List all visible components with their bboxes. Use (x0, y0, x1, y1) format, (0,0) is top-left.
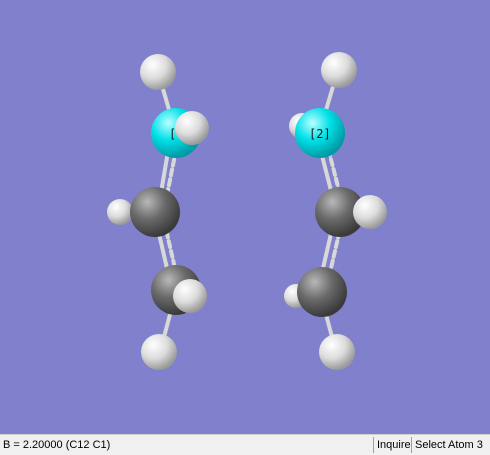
molecule-canvas[interactable]: [ [2] (0, 0, 490, 434)
hydrogen-atom[interactable] (321, 52, 357, 88)
hydrogen-atom[interactable] (173, 279, 207, 313)
molecule-viewport[interactable]: [ [2] (0, 0, 490, 434)
status-divider (373, 437, 374, 453)
right-molecule[interactable]: [2] (284, 52, 387, 370)
carbon-atom[interactable] (130, 187, 180, 237)
hydrogen-atom[interactable] (140, 54, 176, 90)
select-atom-prompt: Select Atom 3 (415, 439, 483, 451)
hydrogen-atom[interactable] (353, 195, 387, 229)
left-molecule[interactable]: [ (107, 54, 209, 370)
atom-label-1: [ (169, 127, 176, 141)
atom-label-2: [2] (309, 127, 331, 141)
hydrogen-atom[interactable] (175, 111, 209, 145)
status-divider (411, 437, 412, 453)
inquire-mode-label: Inquire (377, 439, 411, 451)
hydrogen-atom[interactable] (319, 334, 355, 370)
carbon-atom[interactable] (297, 267, 347, 317)
hydrogen-atom[interactable] (107, 199, 133, 225)
measurement-readout: B = 2.20000 (C12 C1) (3, 439, 111, 451)
hydrogen-atom[interactable] (141, 334, 177, 370)
status-bar: B = 2.20000 (C12 C1) Inquire Select Atom… (0, 434, 490, 455)
